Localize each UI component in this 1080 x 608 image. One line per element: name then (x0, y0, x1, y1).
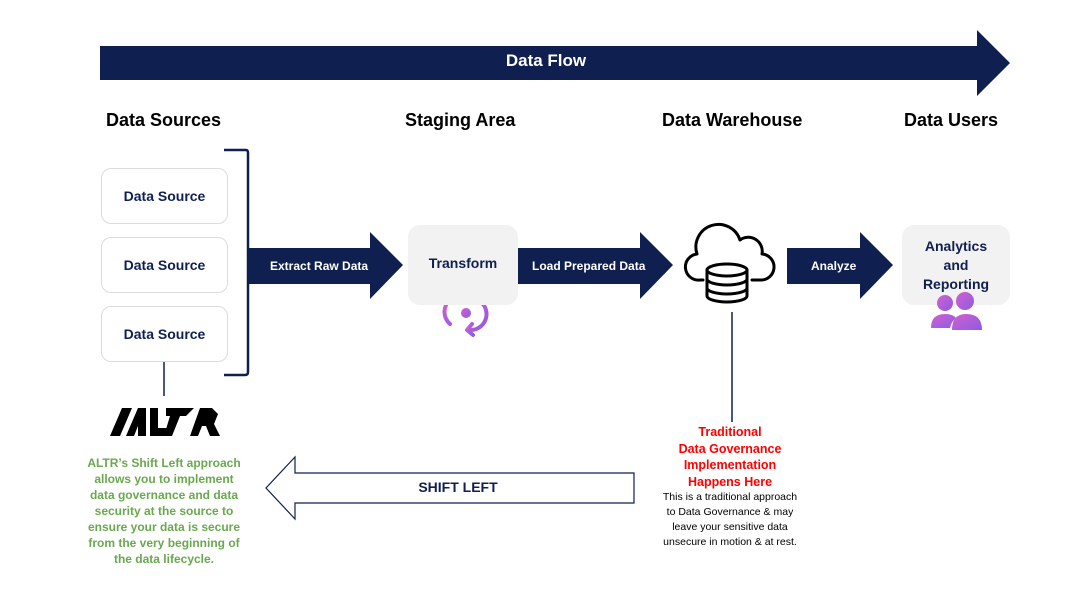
altr-logo (110, 408, 220, 436)
note-line: security at the source to (94, 504, 234, 518)
transform-box[interactable]: Transform (408, 225, 518, 305)
data-flow-label: Data Flow (505, 51, 587, 70)
stage-title-warehouse: Data Warehouse (662, 110, 803, 130)
heading-line: Data Governance (678, 441, 782, 456)
data-source-box[interactable]: Data Source (101, 306, 228, 362)
note-line: allows you to implement (94, 472, 234, 486)
data-source-box[interactable]: Data Source (101, 168, 228, 224)
users-icon (931, 292, 982, 330)
analytics-label-line: Analytics (924, 237, 988, 254)
stage-title-users: Data Users (904, 110, 999, 130)
shift-left-label: SHIFT LEFT (418, 479, 498, 495)
transform-label: Transform (428, 255, 498, 271)
stage-title-sources: Data Sources (106, 110, 222, 130)
analytics-label-line: and (943, 256, 969, 273)
heading-line: Traditional (698, 425, 762, 439)
analyze-arrow-label: Analyze (811, 259, 857, 273)
stage-title-staging: Staging Area (405, 110, 516, 130)
users-icon-overlay (931, 292, 982, 330)
heading-line: Implementation (683, 458, 777, 472)
altr-shift-left-note: ALTR’s Shift Left approach allows you to… (78, 455, 250, 567)
note-line: ALTR’s Shift Left approach (87, 456, 241, 470)
description-line: This is a traditional approach (662, 491, 798, 503)
description-line: leave your sensitive data (672, 521, 788, 533)
note-line: data governance and data (89, 488, 239, 502)
note-line: from the very beginning of (88, 536, 240, 550)
load-arrow-label: Load Prepared Data (532, 259, 646, 273)
data-source-box[interactable]: Data Source (101, 237, 228, 293)
extract-arrow-label: Extract Raw Data (270, 259, 369, 273)
heading-line: Happens Here (687, 474, 773, 489)
description-line: to Data Governance & may (666, 506, 794, 518)
description-line: unsecure in motion & at rest. (663, 536, 797, 548)
traditional-description: This is a traditional approach to Data G… (640, 490, 820, 550)
cloud-database-icon (683, 222, 776, 304)
traditional-heading: Traditional Data Governance Implementati… (650, 424, 810, 490)
note-line: the data lifecycle. (113, 552, 215, 566)
note-line: ensure your data is secure (87, 520, 241, 534)
